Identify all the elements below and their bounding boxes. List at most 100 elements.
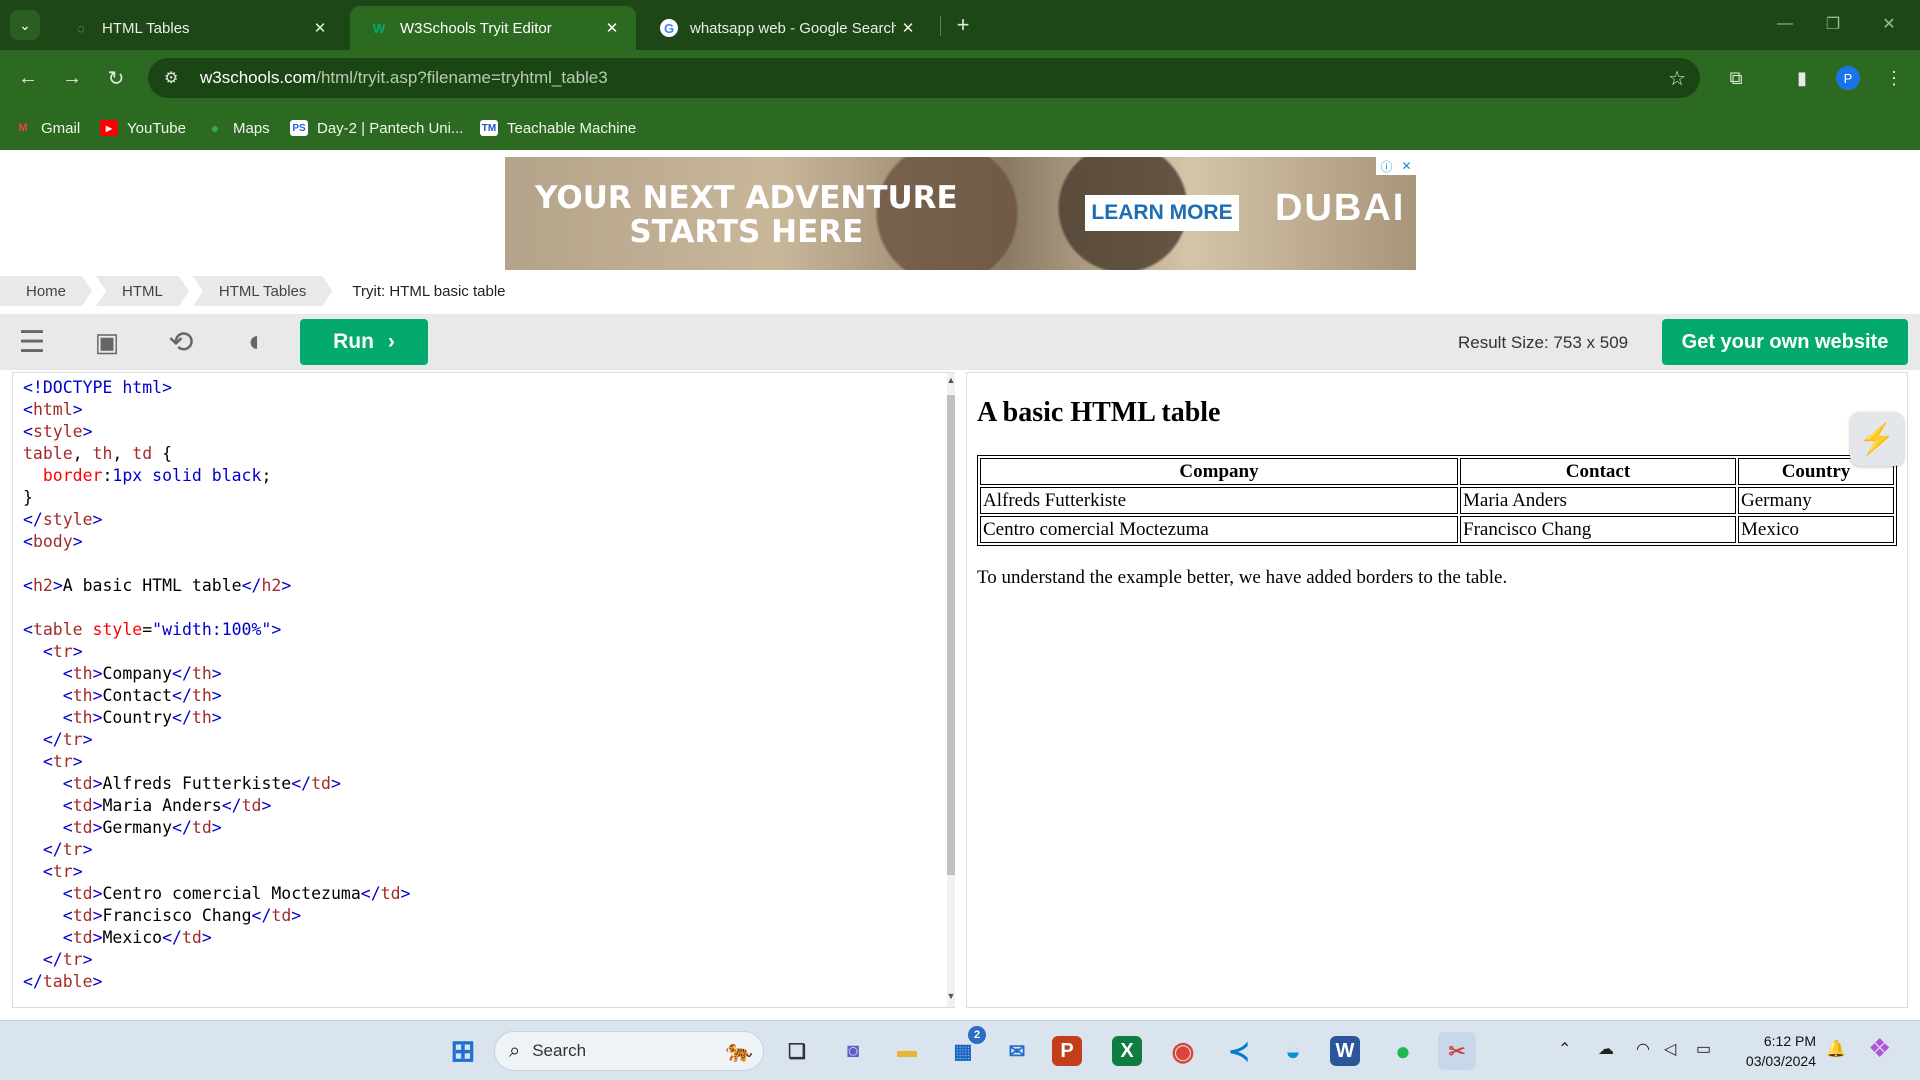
result-note: To understand the example better, we hav… xyxy=(977,567,1508,588)
breadcrumb-home[interactable]: Home xyxy=(0,276,92,306)
close-icon[interactable]: ✕ xyxy=(1401,159,1411,173)
teams-chat-icon[interactable]: ◙ xyxy=(834,1032,872,1070)
ad-choices[interactable]: ⓘ ✕ xyxy=(1376,157,1416,175)
bookmark-label: Maps xyxy=(233,119,270,137)
restore-button[interactable]: ❐ xyxy=(1810,8,1856,40)
ad-learn-more-button[interactable]: LEARN MORE xyxy=(1085,195,1239,231)
code-text[interactable]: <!DOCTYPE html> <html> <style> table, th… xyxy=(23,377,410,993)
store-badge: 2 xyxy=(968,1026,986,1044)
word-icon[interactable]: W xyxy=(1330,1036,1360,1066)
bookmark-label: Gmail xyxy=(41,119,81,137)
menu-icon[interactable]: ☰ xyxy=(13,324,51,360)
table-header: Contact xyxy=(1460,458,1736,485)
mail-icon[interactable]: ✉ xyxy=(998,1032,1036,1070)
microsoft-store-icon[interactable]: ▦ 2 xyxy=(944,1026,986,1070)
bookmark-gmail[interactable]: M Gmail xyxy=(14,118,80,138)
forward-button[interactable]: → xyxy=(56,62,88,94)
table-cell: Maria Anders xyxy=(1460,487,1736,514)
tab-w3schools-tryit[interactable]: W W3Schools Tryit Editor ✕ xyxy=(350,6,636,50)
tab-search-button[interactable]: ⌄ xyxy=(10,10,40,40)
snipping-tool-icon[interactable]: ✂ xyxy=(1438,1032,1476,1070)
run-button[interactable]: Run › xyxy=(300,319,428,365)
clock[interactable]: 6:12 PM 03/03/2024 xyxy=(1734,1031,1816,1071)
bookmark-pantech[interactable]: PS Day-2 | Pantech Uni... xyxy=(290,118,463,138)
spotify-icon[interactable]: ● xyxy=(1384,1032,1422,1070)
scroll-down-icon[interactable]: ▼ xyxy=(945,991,957,1005)
result-heading: A basic HTML table xyxy=(977,397,1221,428)
side-panel-icon[interactable]: ▮ xyxy=(1788,64,1816,92)
close-icon[interactable]: ✕ xyxy=(308,19,332,37)
code-editor[interactable]: <!DOCTYPE html> <html> <style> table, th… xyxy=(12,372,955,1008)
task-view-icon[interactable]: ❏ xyxy=(778,1032,816,1070)
search-icon: ⌕ xyxy=(509,1039,521,1062)
breadcrumb-html[interactable]: HTML xyxy=(96,276,189,306)
info-icon[interactable]: ⓘ xyxy=(1380,158,1392,175)
breadcrumb: Home HTML HTML Tables Tryit: HTML basic … xyxy=(0,276,536,306)
close-window-button[interactable]: ✕ xyxy=(1866,8,1912,40)
vscode-icon[interactable]: ≺ xyxy=(1220,1032,1258,1070)
ad-headline-line1: YOUR NEXT ADVENTURE xyxy=(535,180,958,216)
save-icon[interactable]: ▣ xyxy=(88,324,126,360)
table-cell: Centro comercial Moctezuma xyxy=(980,516,1458,543)
bookmark-youtube[interactable]: ▶ YouTube xyxy=(100,118,186,138)
loading-icon: ◌ xyxy=(77,20,85,36)
wifi-icon[interactable]: ◠ xyxy=(1636,1039,1650,1059)
tab-html-tables[interactable]: ◌ HTML Tables ✕ xyxy=(52,6,344,50)
search-highlight-icon: 🐅 xyxy=(725,1038,753,1063)
breadcrumb-html-tables[interactable]: HTML Tables xyxy=(193,276,333,306)
result-table: Company Contact Country Alfreds Futterki… xyxy=(977,455,1897,546)
code-scrollbar-thumb[interactable] xyxy=(947,395,955,875)
floating-assistant-icon[interactable]: ⚡ xyxy=(1850,412,1904,466)
teachable-machine-icon: TM xyxy=(480,120,498,136)
battery-icon[interactable]: ▭ xyxy=(1696,1039,1711,1059)
url-host: w3schools.com xyxy=(200,68,317,87)
browser-toolbar: ← → ↻ ⚙ w3schools.com/html/tryit.asp?fil… xyxy=(0,50,1920,106)
edge-icon[interactable]: ◒ xyxy=(1274,1032,1312,1070)
w3schools-icon: W xyxy=(372,20,386,36)
ad-banner[interactable]: YOUR NEXT ADVENTURE STARTS HERE LEARN MO… xyxy=(505,157,1416,270)
menu-kebab-icon[interactable]: ⋮ xyxy=(1880,64,1908,92)
chrome-icon[interactable]: ◉ xyxy=(1164,1032,1202,1070)
youtube-icon: ▶ xyxy=(100,120,118,136)
tab-title: whatsapp web - Google Search xyxy=(690,19,896,37)
result-frame: A basic HTML table Company Contact Count… xyxy=(966,372,1908,1008)
taskbar-search[interactable]: ⌕ Search 🐅 xyxy=(494,1031,764,1071)
start-windows-icon[interactable]: ⊞ xyxy=(444,1032,482,1070)
address-bar[interactable]: ⚙ w3schools.com/html/tryit.asp?filename=… xyxy=(148,58,1700,98)
contrast-icon[interactable]: ◐ xyxy=(238,324,276,360)
copilot-icon[interactable]: ❖ xyxy=(1868,1033,1891,1064)
onedrive-icon[interactable]: ☁ xyxy=(1598,1039,1614,1059)
bookmark-label: YouTube xyxy=(127,119,186,137)
bookmark-label: Teachable Machine xyxy=(507,119,637,137)
bookmark-teachable-machine[interactable]: TM Teachable Machine xyxy=(480,118,636,138)
get-own-website-button[interactable]: Get your own website xyxy=(1662,319,1908,365)
site-info-icon[interactable]: ⚙ xyxy=(164,68,186,88)
ad-brand-logo: DUBAI xyxy=(1275,187,1406,229)
back-button[interactable]: ← xyxy=(12,62,44,94)
new-tab-button[interactable]: + xyxy=(948,10,978,40)
file-explorer-icon[interactable]: ▬ xyxy=(888,1032,926,1070)
notifications-bell-icon[interactable]: 🔔 xyxy=(1826,1039,1846,1059)
scroll-up-icon[interactable]: ▲ xyxy=(945,375,957,389)
bookmark-star-icon[interactable]: ☆ xyxy=(1668,66,1686,91)
extensions-icon[interactable]: ⧉ xyxy=(1722,64,1750,92)
show-hidden-icons-icon[interactable]: ⌃ xyxy=(1558,1039,1571,1059)
minimize-button[interactable]: — xyxy=(1762,8,1808,40)
maps-icon: ● xyxy=(210,120,220,136)
table-cell: Francisco Chang xyxy=(1460,516,1736,543)
profile-avatar[interactable]: P xyxy=(1836,66,1860,90)
gmail-icon: M xyxy=(18,122,28,134)
chevron-right-icon: › xyxy=(387,330,395,353)
bookmark-maps[interactable]: ● Maps xyxy=(206,118,270,138)
rotate-layout-icon[interactable]: ⟲ xyxy=(162,324,200,360)
volume-icon[interactable]: ◁ xyxy=(1664,1039,1676,1059)
ad-headline-line2: STARTS HERE xyxy=(629,214,864,250)
tab-separator xyxy=(940,16,941,36)
reload-button[interactable]: ↻ xyxy=(100,62,132,94)
powerpoint-icon[interactable]: P xyxy=(1052,1036,1082,1066)
close-icon[interactable]: ✕ xyxy=(896,19,920,37)
close-icon[interactable]: ✕ xyxy=(600,19,624,37)
taskbar-search-label: Search xyxy=(532,1041,587,1060)
tab-google-search[interactable]: G whatsapp web - Google Search ✕ xyxy=(640,6,932,50)
excel-icon[interactable]: X xyxy=(1112,1036,1142,1066)
